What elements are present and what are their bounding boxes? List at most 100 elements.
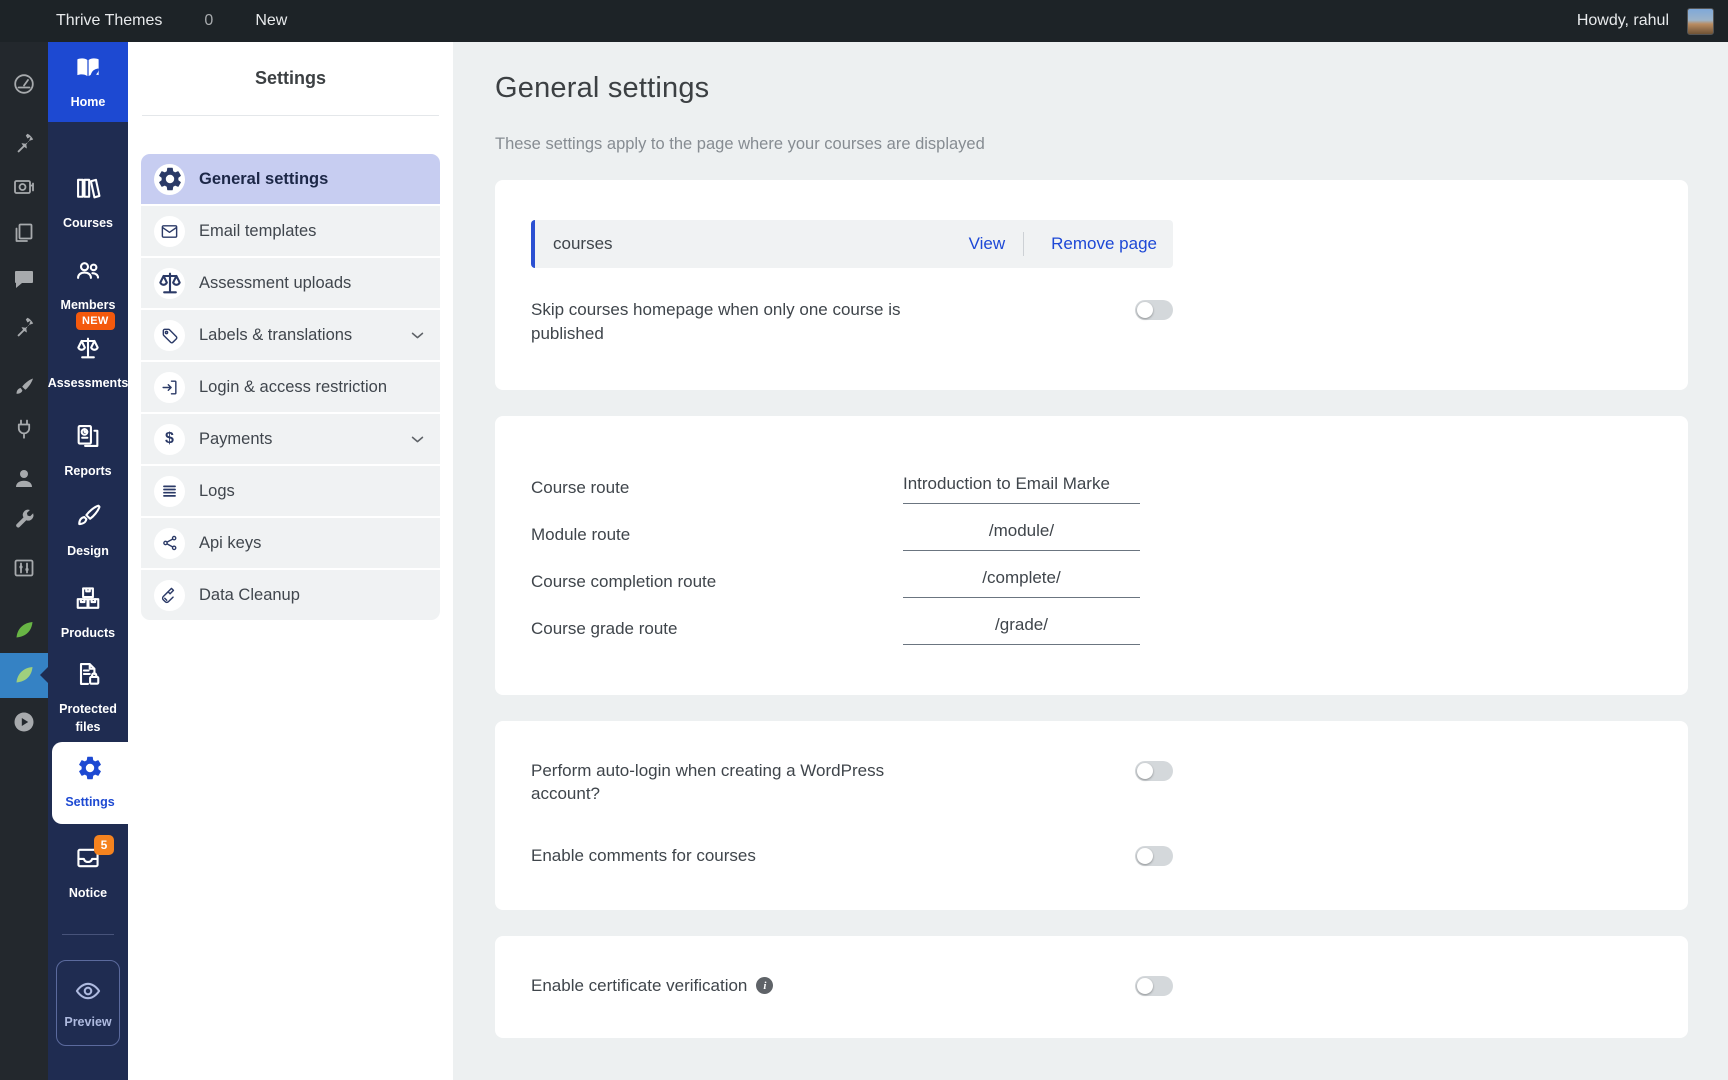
thrive-sidebar: Home Courses Members NEW Assessments Reports D… (48, 42, 128, 1080)
preview-button[interactable]: Preview (56, 960, 120, 1046)
protected-file-icon (74, 660, 102, 688)
page-title: General settings (495, 72, 710, 104)
wp-menu-leaf-icon[interactable] (12, 663, 36, 687)
sidebar-item-label: Reports (64, 464, 112, 478)
menu-item-email-templates[interactable]: Email templates (141, 206, 440, 256)
course-route-input[interactable] (903, 471, 1140, 504)
wp-menu-sliders-icon[interactable] (12, 556, 36, 580)
remove-label: Remove page (1051, 234, 1157, 253)
certificate-label: Enable certificate verification (531, 975, 748, 995)
settings-menu: General settings Email templates Assessmen… (141, 154, 440, 620)
sidebar-item-design[interactable]: Design (48, 502, 128, 560)
sidebar-item-label: Products (60, 626, 116, 640)
menu-item-logs[interactable]: Logs (141, 466, 440, 516)
menu-item-label: Labels & translations (199, 325, 353, 344)
wp-menu-media-icon[interactable] (12, 175, 36, 199)
broom-icon-circle (154, 579, 185, 611)
course-completion-route-input[interactable] (903, 565, 1140, 598)
wp-menu-pin-icon[interactable] (12, 131, 36, 155)
menu-item-assessment-uploads[interactable]: Assessment uploads (141, 258, 440, 308)
route-row: Module route (531, 518, 1173, 551)
wp-menu-pin-icon[interactable] (12, 315, 36, 339)
course-grade-route-input[interactable] (903, 612, 1140, 645)
account-menu[interactable]: Howdy, rahul (1563, 0, 1728, 42)
chevron-down-icon (409, 327, 426, 344)
sidebar-item-assessments[interactable]: NEW Assessments (47, 312, 129, 392)
comments-menu[interactable]: 0 (182, 0, 227, 42)
sidebar-item-home[interactable]: Home (48, 42, 128, 122)
wp-menu-leaf-icon[interactable] (12, 618, 36, 642)
menu-item-login-access-restriction[interactable]: Login & access restriction (141, 362, 440, 412)
page-subtitle: These settings apply to the page where y… (495, 135, 985, 153)
wp-admin-sidebar (0, 42, 48, 1080)
menu-item-general-settings[interactable]: General settings (141, 154, 440, 204)
tag-icon (160, 326, 179, 345)
route-label: Course route (531, 477, 630, 497)
sidebar-item-label: Settings (65, 795, 115, 810)
auto-login-toggle[interactable] (1135, 760, 1173, 781)
remove-page-link[interactable]: Remove page (1042, 234, 1157, 254)
info-icon[interactable]: i (756, 977, 774, 995)
wp-menu-users-icon[interactable] (12, 466, 36, 490)
gear-icon (156, 165, 184, 193)
sidebar-item-notice[interactable]: 5 Notice (48, 835, 128, 902)
enable-comments-toggle[interactable] (1135, 846, 1173, 867)
view-page-link[interactable]: View (960, 234, 1006, 254)
new-content-menu[interactable]: New (233, 0, 301, 42)
envelope-icon-circle (154, 215, 185, 247)
menu-item-labels-translations[interactable]: Labels & translations (141, 310, 440, 360)
sidebar-item-label: Assessments (47, 376, 129, 390)
sidebar-item-label: Courses (62, 216, 114, 230)
site-link[interactable]: Thrive Themes (34, 0, 176, 42)
menu-item-data-cleanup[interactable]: Data Cleanup (141, 570, 440, 620)
menu-item-label: Assessment uploads (199, 273, 352, 292)
chevron-down-icon (409, 431, 426, 448)
scale-icon-circle (154, 267, 185, 299)
route-row: Course grade route (531, 612, 1173, 645)
scale-icon (74, 334, 102, 362)
menu-item-label: Login & access restriction (199, 377, 388, 396)
wp-menu-play-icon[interactable] (12, 710, 36, 734)
menu-item-label: Data Cleanup (199, 585, 300, 604)
sidebar-item-label: Notice (68, 886, 108, 900)
sidebar-item-members[interactable]: Members (48, 256, 128, 314)
wp-menu-comments-icon[interactable] (12, 267, 36, 291)
route-label: Course grade route (531, 618, 678, 638)
sidebar-item-products[interactable]: Products (48, 584, 128, 642)
menu-item-api-keys[interactable]: Api keys (141, 518, 440, 568)
sidebar-item-settings[interactable]: Settings (52, 742, 128, 824)
wp-menu-brush-icon[interactable] (12, 375, 36, 399)
dollar-icon: $ (165, 430, 174, 447)
wp-menu-plugin-icon[interactable] (12, 417, 36, 441)
api-icon (161, 534, 179, 552)
login-icon-circle (154, 371, 185, 403)
skip-homepage-toggle[interactable] (1135, 300, 1173, 320)
wp-menu-pages-icon[interactable] (12, 221, 36, 245)
avatar (1687, 7, 1714, 35)
route-row: Course route (531, 471, 1173, 504)
settings-panel: Settings General settings Email templates… (128, 42, 453, 1080)
preview-label: Preview (64, 1015, 112, 1029)
menu-item-payments[interactable]: $ Payments (141, 414, 440, 464)
courses-page-name: courses (553, 234, 613, 253)
login-icon (160, 378, 179, 397)
wordpress-logo-menu[interactable] (0, 0, 28, 42)
route-label: Course completion route (531, 571, 717, 591)
wp-menu-wrench-icon[interactable] (12, 507, 36, 531)
skip-homepage-label: Skip courses homepage when only one cour… (531, 300, 901, 343)
menu-item-label: General settings (199, 169, 329, 188)
index-page-card: courses View Remove page Skip courses ho… (495, 180, 1688, 390)
module-route-input[interactable] (903, 518, 1140, 551)
wp-menu-dashboard-icon[interactable] (12, 72, 36, 96)
sidebar-item-courses[interactable]: Courses (48, 174, 128, 232)
menu-item-label: Payments (199, 429, 273, 448)
api-icon-circle (154, 527, 185, 559)
report-icon (74, 422, 102, 450)
certificate-toggle[interactable] (1135, 975, 1173, 996)
enable-comments-label: Enable comments for courses (531, 846, 756, 866)
route-row: Course completion route (531, 565, 1173, 598)
sidebar-item-label: Design (67, 544, 109, 558)
book-leaf-icon (73, 53, 103, 83)
sidebar-item-protected-files[interactable]: Protected files (48, 660, 128, 736)
sidebar-item-reports[interactable]: Reports (48, 422, 128, 480)
